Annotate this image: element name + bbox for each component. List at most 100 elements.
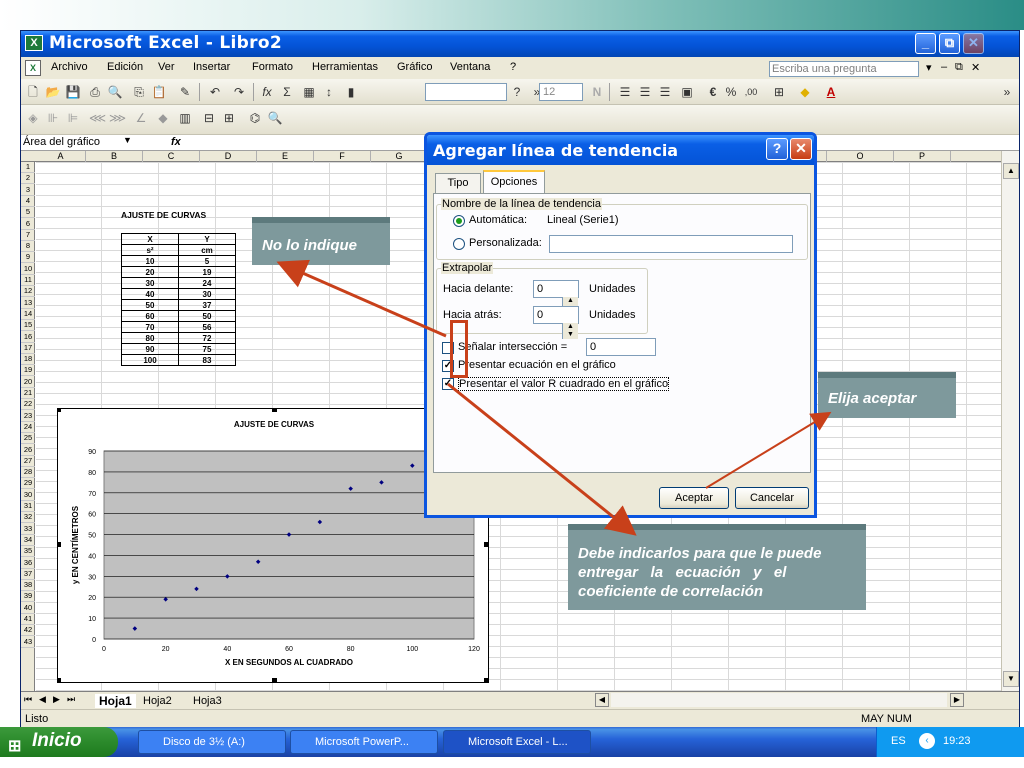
ask-dropdown-icon[interactable]: ▾	[926, 61, 932, 74]
custom-name-input[interactable]	[549, 235, 793, 253]
doc-close-icon[interactable]: ✕	[971, 61, 980, 74]
align-left-icon[interactable]: ☰	[617, 84, 633, 100]
units-x[interactable]: s²	[121, 244, 179, 256]
print-preview-icon[interactable]: 🔍	[107, 84, 123, 100]
format-painter-icon[interactable]: ✎	[177, 84, 193, 100]
row-header[interactable]: 24	[21, 422, 35, 433]
tab-hoja3[interactable]: Hoja3	[193, 695, 222, 707]
namebox-dropdown-icon[interactable]: ▼	[123, 135, 132, 145]
tab-hoja2[interactable]: Hoja2	[143, 695, 172, 707]
new-icon[interactable]: 🗋	[25, 84, 41, 100]
vertical-scrollbar[interactable]: ▲ ▼	[1001, 151, 1019, 691]
print-icon[interactable]: ⎙	[87, 84, 103, 100]
row-header[interactable]: 29	[21, 478, 35, 490]
table-cell[interactable]: 19	[178, 266, 236, 278]
next-sheet-icon[interactable]: ▶	[53, 694, 60, 705]
table-cell[interactable]: 24	[178, 277, 236, 289]
column-header[interactable]: F	[314, 151, 371, 162]
chart-wizard-icon[interactable]: ▮	[343, 84, 359, 100]
row-header[interactable]: 43	[21, 637, 35, 648]
row-header[interactable]: 16	[21, 332, 35, 343]
row-header[interactable]: 13	[21, 298, 35, 309]
table-cell[interactable]: 75	[178, 343, 236, 355]
row-header[interactable]: 28	[21, 467, 35, 479]
row-header[interactable]: 26	[21, 445, 35, 456]
open-icon[interactable]: 📂	[45, 84, 61, 100]
column-header[interactable]: E	[257, 151, 314, 162]
menu-formato[interactable]: Formato	[252, 61, 293, 73]
horizontal-scrollbar[interactable]	[611, 693, 947, 707]
language-indicator[interactable]: ES	[891, 735, 906, 747]
merge-icon[interactable]: ▣	[679, 84, 695, 100]
row-header[interactable]: 4	[21, 196, 35, 207]
ask-question-input[interactable]: Escriba una pregunta	[769, 61, 919, 77]
row-header[interactable]: 19	[21, 365, 35, 377]
row-header[interactable]: 38	[21, 580, 35, 592]
menu-herramientas[interactable]: Herramientas	[312, 61, 378, 73]
row-header[interactable]: 40	[21, 603, 35, 614]
align-right-icon[interactable]: ☰	[657, 84, 673, 100]
help-icon[interactable]: ?	[509, 84, 525, 100]
decimal-icon[interactable]: ,00	[743, 84, 759, 100]
column-header[interactable]: G	[371, 151, 428, 162]
row-header[interactable]: 25	[21, 433, 35, 445]
row-header[interactable]: 21	[21, 388, 35, 399]
currency-icon[interactable]: €	[705, 84, 721, 100]
restore-button[interactable]: ⧉	[939, 33, 960, 54]
redo-icon[interactable]: ↷	[231, 84, 247, 100]
table-cell[interactable]: 56	[178, 321, 236, 333]
dialog-title-bar[interactable]: Agregar línea de tendencia ? ✕	[427, 135, 814, 165]
data-table[interactable]: X Y s² cm 10 5 20 19 30 24 40 30 50 37 60 50 70 56 80 7…	[121, 233, 236, 366]
menu-archivo[interactable]: Archivo	[51, 61, 88, 73]
tab-hoja1[interactable]: Hoja1	[95, 694, 136, 708]
row-header[interactable]: 12	[21, 286, 35, 298]
row-header[interactable]: 20	[21, 377, 35, 388]
save-icon[interactable]: 💾	[65, 84, 81, 100]
row-header[interactable]: 15	[21, 320, 35, 332]
toolbar-options-icon[interactable]: »	[999, 84, 1015, 100]
chart-data-table-icon[interactable]: ▦	[301, 84, 317, 100]
table-cell[interactable]: 50	[121, 299, 179, 311]
column-header[interactable]: A	[36, 151, 86, 162]
row-header[interactable]: 22	[21, 399, 35, 411]
row-header[interactable]: 23	[21, 411, 35, 422]
doc-minimize-icon[interactable]: –	[941, 61, 947, 73]
table-cell[interactable]: 20	[121, 266, 179, 278]
column-header[interactable]: O	[827, 151, 894, 162]
function-icon[interactable]: fx	[259, 84, 275, 100]
row-header[interactable]: 18	[21, 354, 35, 366]
table-cell[interactable]: 83	[178, 354, 236, 366]
minimize-button[interactable]: _	[915, 33, 936, 54]
intercept-input[interactable]: 0	[586, 338, 656, 356]
row-header[interactable]: 10	[21, 264, 35, 275]
tray-arrow-icon[interactable]: ‹	[919, 733, 935, 749]
font-name-combo[interactable]	[425, 83, 507, 101]
row-header[interactable]: 37	[21, 569, 35, 580]
row-header[interactable]: 7	[21, 230, 35, 241]
row-header[interactable]: 27	[21, 456, 35, 467]
first-sheet-icon[interactable]: ⏮	[24, 694, 32, 705]
row-header[interactable]: 1	[21, 162, 35, 173]
table-cell[interactable]: 40	[121, 288, 179, 300]
table-cell[interactable]: 60	[121, 310, 179, 322]
hscroll-left-icon[interactable]: ◀	[595, 693, 609, 707]
header-y[interactable]: Y	[178, 233, 236, 245]
cancel-button[interactable]: Cancelar	[735, 487, 809, 509]
row-header[interactable]: 34	[21, 535, 35, 546]
backward-input[interactable]: 0 ▲ ▼	[533, 306, 579, 339]
excel-icon[interactable]: X	[25, 35, 43, 51]
percent-icon[interactable]: %	[723, 84, 739, 100]
by-col-icon[interactable]: ⊞	[221, 110, 237, 126]
sort-icon[interactable]: ↕	[321, 84, 337, 100]
table-cell[interactable]: 70	[121, 321, 179, 333]
hscroll-right-icon[interactable]: ▶	[950, 693, 964, 707]
axis-icon[interactable]: ⋘	[89, 110, 106, 126]
copy-icon[interactable]: ⎘	[131, 84, 147, 100]
dialog-help-button[interactable]: ?	[766, 138, 788, 160]
menu-ver[interactable]: Ver	[158, 61, 175, 73]
row-header[interactable]: 5	[21, 207, 35, 219]
row-header[interactable]: 35	[21, 546, 35, 558]
row-header[interactable]: 42	[21, 625, 35, 637]
axis2-icon[interactable]: ⋙	[109, 110, 126, 126]
row-header[interactable]: 30	[21, 490, 35, 501]
